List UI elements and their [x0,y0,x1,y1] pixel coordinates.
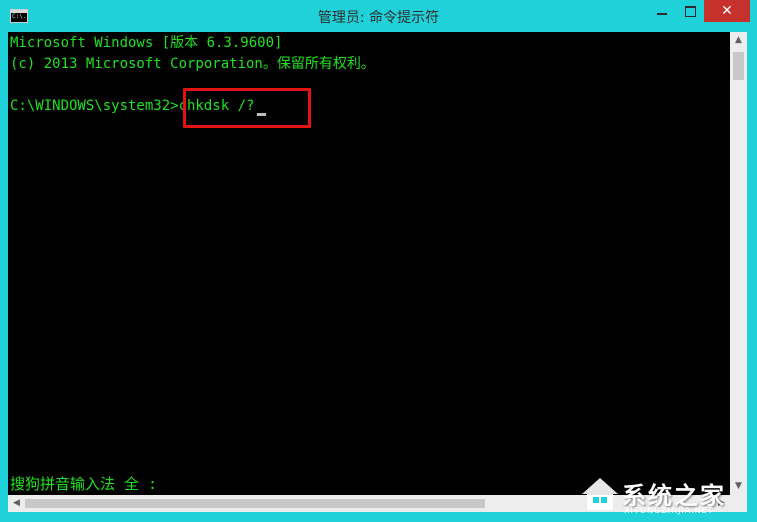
horizontal-scroll-thumb[interactable] [25,499,485,508]
title-bar[interactable]: C:\. 管理员: 命令提示符 ✕ [0,0,757,32]
site-watermark: 系统之家 XITONGZHIJIA.NET [580,468,757,522]
maximize-button[interactable] [676,0,704,22]
minimize-button[interactable] [648,0,676,22]
ime-status-line: 搜狗拼音输入法 全 : [10,475,158,493]
close-icon: ✕ [721,3,733,19]
maximize-icon [684,5,696,17]
cmd-window: C:\. 管理员: 命令提示符 ✕ Microsoft Windows [版本 … [0,0,757,522]
console-prompt: C:\WINDOWS\system32> [10,98,179,114]
scroll-left-arrow-icon[interactable]: ◀ [8,495,25,512]
console-line-copyright: (c) 2013 Microsoft Corporation。保留所有权利。 [10,56,375,72]
close-button[interactable]: ✕ [704,0,750,22]
vertical-scroll-thumb[interactable] [733,52,744,80]
vertical-scrollbar[interactable]: ▲ ▼ [730,32,747,495]
watermark-subtext: XITONGZHIJIA.NET [624,506,714,515]
window-title: 管理员: 命令提示符 [317,10,440,26]
scroll-up-arrow-icon[interactable]: ▲ [730,32,747,49]
minimize-icon [657,13,667,15]
command-highlight-box [183,88,311,128]
house-logo-icon [582,478,618,510]
console-area[interactable]: Microsoft Windows [版本 6.3.9600] (c) 2013… [8,32,730,495]
console-line-version: Microsoft Windows [版本 6.3.9600] [10,35,283,51]
